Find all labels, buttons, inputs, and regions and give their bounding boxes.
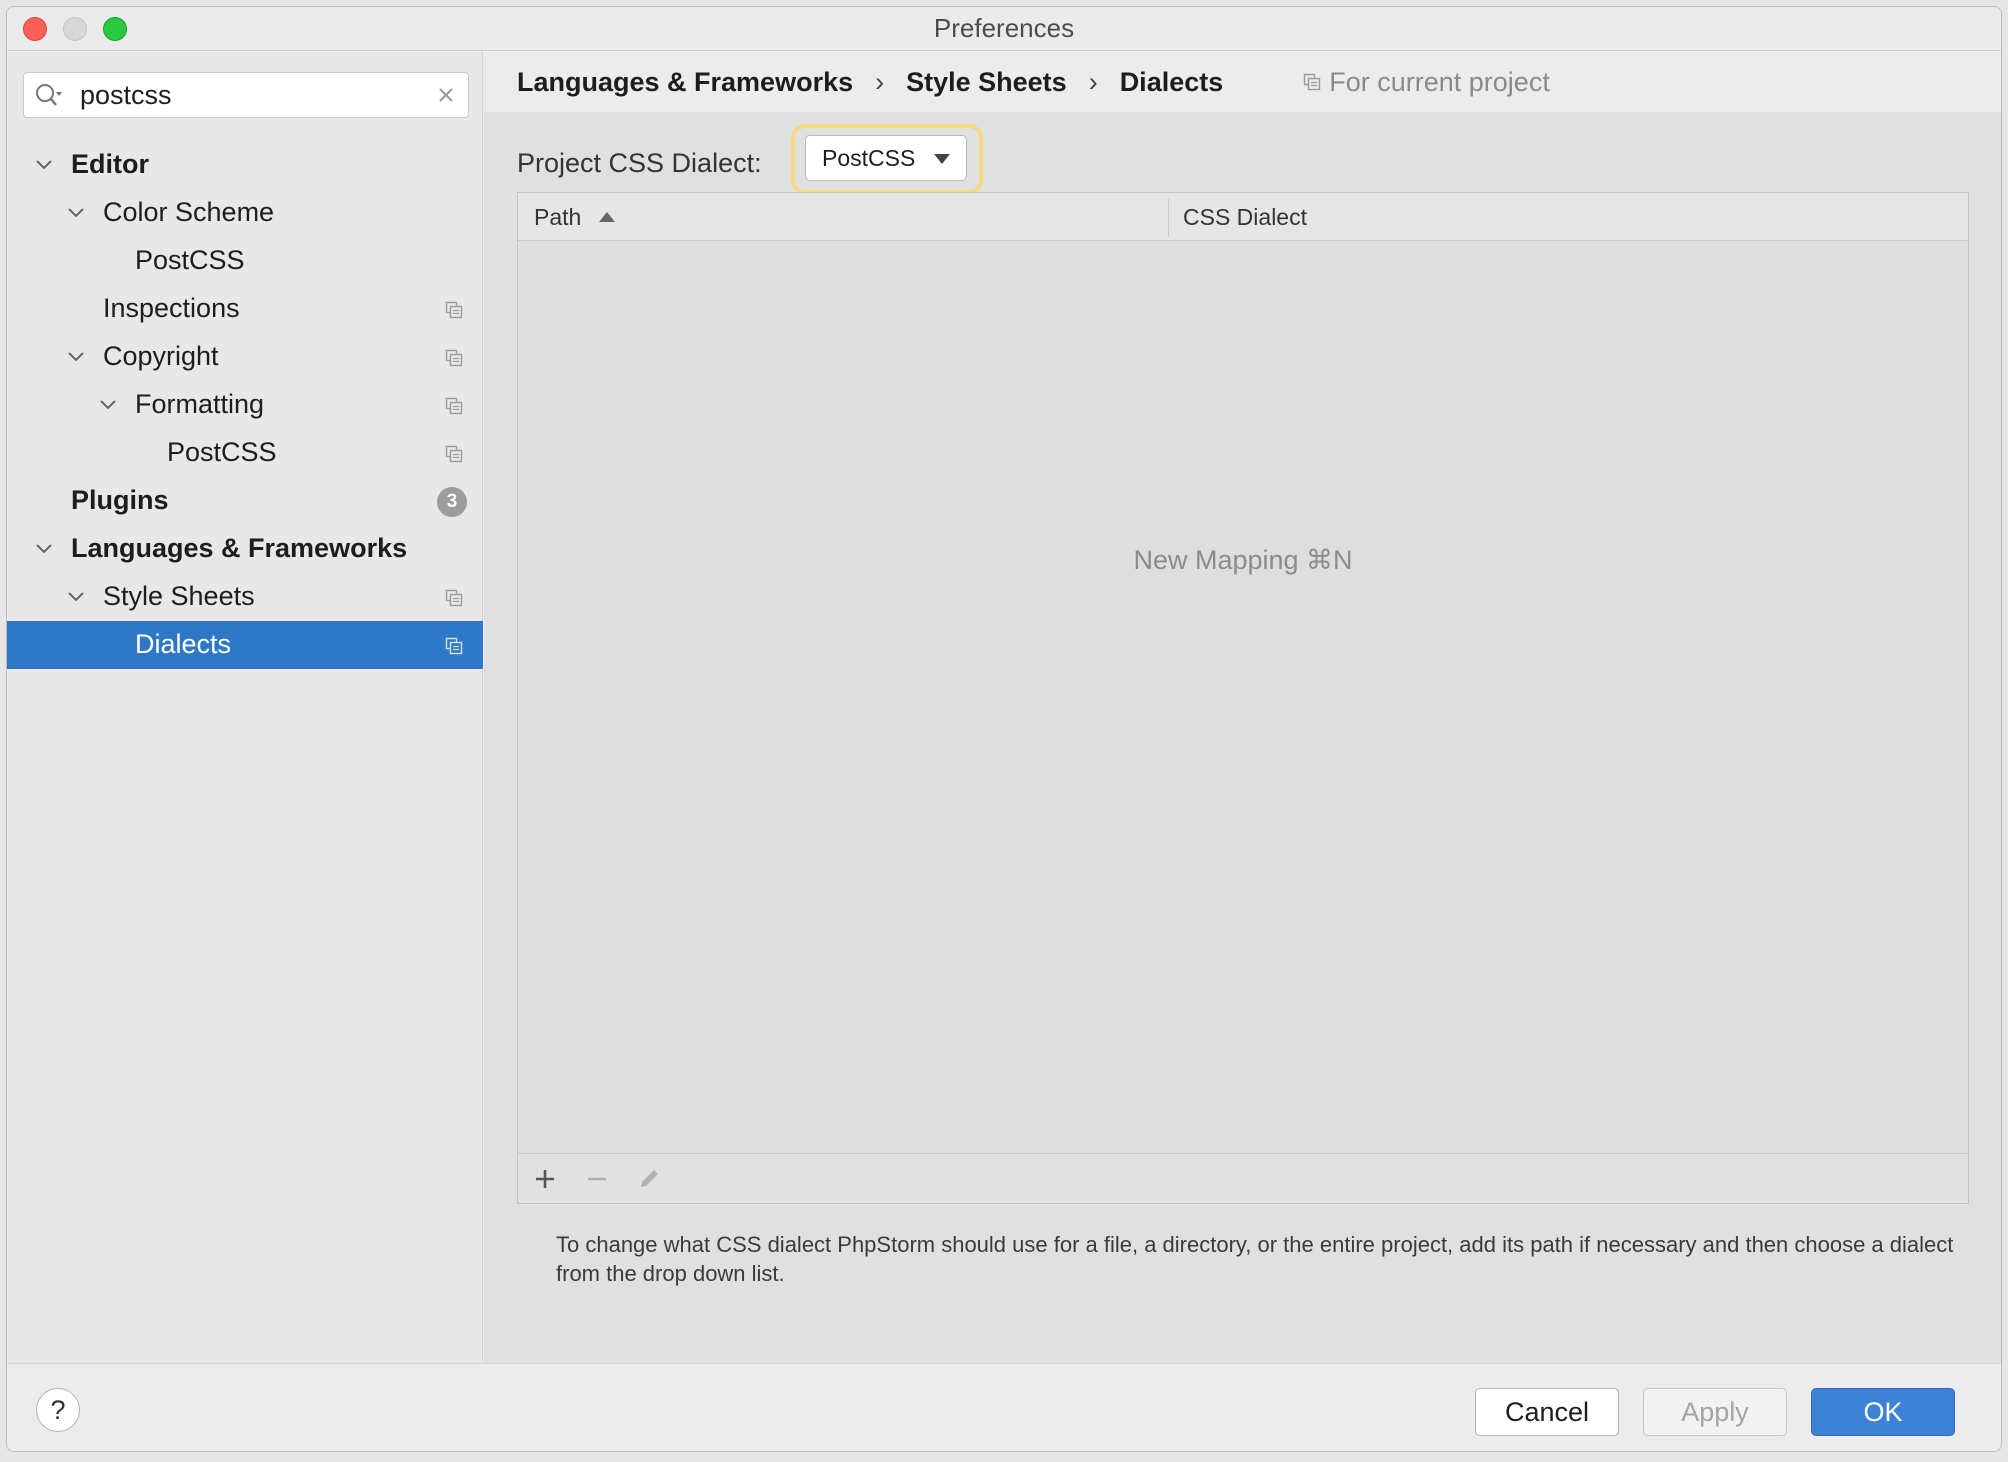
tree-item-label: Editor xyxy=(71,149,149,179)
settings-tree: Editor Color Scheme PostCSS Inspections Copy… xyxy=(7,141,483,669)
apply-button[interactable]: Apply xyxy=(1643,1388,1787,1436)
project-dialect-value: PostCSS xyxy=(822,144,916,171)
add-mapping-icon[interactable] xyxy=(532,1166,558,1192)
dropdown-arrow-icon xyxy=(934,154,950,164)
tree-item-inspections[interactable]: Inspections xyxy=(7,285,483,333)
chevron-down-icon[interactable] xyxy=(67,591,85,603)
tree-item-label: Color Scheme xyxy=(103,197,275,227)
tree-item-dialects[interactable]: Dialects xyxy=(7,621,483,669)
dialog-footer: ? Cancel Apply OK xyxy=(7,1363,2001,1451)
tree-item-label: Languages & Frameworks xyxy=(71,533,408,563)
close-window-button[interactable] xyxy=(23,17,47,41)
tree-item-formatting[interactable]: Formatting xyxy=(7,381,483,429)
copy-icon xyxy=(445,397,463,415)
sort-ascending-icon xyxy=(599,212,616,222)
copy-icon xyxy=(445,349,463,367)
column-divider[interactable] xyxy=(1168,199,1169,237)
tree-item-postcss[interactable]: PostCSS xyxy=(7,429,483,477)
breadcrumb-item-dialects: Dialects xyxy=(1119,66,1224,97)
scope-label: For current project xyxy=(1329,66,1550,97)
tree-item-copyright[interactable]: Copyright xyxy=(7,333,483,381)
tree-item-label: Inspections xyxy=(103,293,240,323)
tree-item-languages-frameworks[interactable]: Languages & Frameworks xyxy=(7,525,483,573)
chevron-down-icon[interactable] xyxy=(67,207,85,219)
window-title: Preferences xyxy=(933,13,1075,43)
empty-table-hint[interactable]: New Mapping ⌘N xyxy=(518,545,1968,576)
chevron-down-icon[interactable] xyxy=(35,159,53,171)
chevron-down-icon[interactable] xyxy=(99,399,117,411)
chevron-down-icon[interactable] xyxy=(35,543,53,555)
search-input[interactable] xyxy=(80,77,420,113)
tree-item-label: Formatting xyxy=(135,389,265,419)
column-header-css-dialect-label: CSS Dialect xyxy=(1183,203,1307,230)
cancel-button[interactable]: Cancel xyxy=(1475,1388,1619,1436)
clear-search-icon[interactable] xyxy=(436,85,456,105)
scope-indicator: For current project xyxy=(1303,67,1550,98)
copy-icon xyxy=(445,589,463,607)
tree-item-postcss[interactable]: PostCSS xyxy=(7,237,483,285)
chevron-down-icon[interactable] xyxy=(67,351,85,363)
zoom-window-button[interactable] xyxy=(103,17,127,41)
breadcrumb-separator: › xyxy=(1088,66,1098,97)
tree-item-label: PostCSS xyxy=(167,437,277,467)
copy-icon xyxy=(445,637,463,655)
column-header-css-dialect[interactable]: CSS Dialect xyxy=(1183,193,1307,241)
tree-item-label: Style Sheets xyxy=(103,581,255,611)
minimize-window-button[interactable] xyxy=(63,17,87,41)
edit-mapping-icon[interactable] xyxy=(636,1166,662,1192)
copy-icon xyxy=(1304,73,1321,91)
table-header: Path CSS Dialect xyxy=(518,193,1968,241)
dialects-panel: Languages & Frameworks › Style Sheets › … xyxy=(484,52,2001,1363)
table-toolbar xyxy=(518,1153,1968,1203)
breadcrumb-item-languages[interactable]: Languages & Frameworks xyxy=(517,67,853,98)
tree-item-label: Dialects xyxy=(135,629,232,659)
breadcrumb-separator: › xyxy=(875,66,885,97)
column-header-path[interactable]: Path xyxy=(534,193,616,241)
tree-item-editor[interactable]: Editor xyxy=(7,141,483,189)
copy-icon xyxy=(445,301,463,319)
updates-count-badge: 3 xyxy=(437,487,467,517)
breadcrumb: Languages & Frameworks › Style Sheets › … xyxy=(484,52,2001,112)
column-header-path-label: Path xyxy=(534,203,582,230)
remove-mapping-icon[interactable] xyxy=(584,1166,610,1192)
help-button[interactable]: ? xyxy=(36,1388,80,1432)
dialect-mappings-table: Path CSS Dialect New Mapping ⌘N xyxy=(517,192,1969,1204)
help-text: To change what CSS dialect PhpStorm shou… xyxy=(556,1232,1954,1286)
tree-item-color-scheme[interactable]: Color Scheme xyxy=(7,189,483,237)
settings-search-box[interactable] xyxy=(23,72,469,118)
breadcrumb-item-style-sheets[interactable]: Style Sheets xyxy=(906,67,1067,98)
copy-icon xyxy=(445,445,463,463)
tree-item-label: PostCSS xyxy=(135,245,245,275)
settings-sidebar: Editor Color Scheme PostCSS Inspections Copy… xyxy=(7,52,483,1363)
project-dialect-label: Project CSS Dialect: xyxy=(517,147,762,178)
tree-item-style-sheets[interactable]: Style Sheets xyxy=(7,573,483,621)
tree-item-label: Plugins xyxy=(71,485,169,515)
project-dialect-dropdown[interactable]: PostCSS xyxy=(805,135,967,181)
tree-item-label: Copyright xyxy=(103,341,219,371)
ok-button[interactable]: OK xyxy=(1811,1388,1955,1436)
search-icon[interactable] xyxy=(34,82,64,108)
tree-item-plugins[interactable]: Plugins 3 xyxy=(7,477,483,525)
preferences-window: Preferences Editor Color Scheme PostCSS Ins… xyxy=(6,6,2002,1452)
title-bar: Preferences xyxy=(7,7,2001,51)
